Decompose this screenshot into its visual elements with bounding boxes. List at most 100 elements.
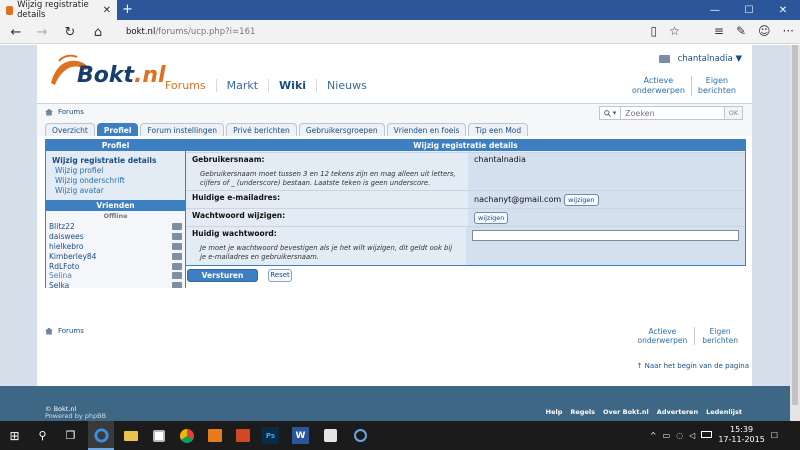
home-icon[interactable] bbox=[45, 108, 53, 116]
tray-overflow-icon[interactable]: ^ bbox=[650, 431, 657, 440]
back-arrow-icon[interactable]: ← bbox=[8, 24, 24, 40]
search-ok-button[interactable]: OK bbox=[725, 106, 743, 120]
footer-link-regels[interactable]: Regels bbox=[570, 408, 595, 416]
link-wijzig-onderschrift[interactable]: Wijzig onderschrift bbox=[52, 176, 179, 186]
scrollbar-thumb[interactable] bbox=[792, 45, 798, 405]
friend-item[interactable]: Selina bbox=[46, 271, 185, 281]
paint-icon[interactable] bbox=[322, 427, 339, 444]
new-tab-icon[interactable]: + bbox=[122, 2, 133, 17]
mail-icon[interactable] bbox=[172, 242, 182, 250]
close-tab-icon[interactable]: ✕ bbox=[103, 5, 111, 16]
tab-tip-een-mod[interactable]: Tip een Mod bbox=[468, 123, 529, 137]
nav-nieuws[interactable]: Nieuws bbox=[316, 79, 377, 92]
tab-profiel[interactable]: Profiel bbox=[96, 123, 139, 137]
home-icon[interactable]: ⌂ bbox=[90, 24, 106, 40]
current-password-label: Huidig wachtwoord: bbox=[192, 229, 277, 238]
refresh-icon[interactable]: ↻ bbox=[62, 24, 78, 40]
word-icon[interactable]: W bbox=[292, 427, 309, 444]
friend-item[interactable]: RdLFoto bbox=[46, 261, 185, 271]
share-icon[interactable]: ☺ bbox=[758, 24, 771, 38]
tab-overzicht[interactable]: Overzicht bbox=[45, 123, 95, 137]
own-posts-link[interactable]: Eigen berichten bbox=[690, 76, 742, 96]
browser-toolbar: ▯ ☆ ≡ ✎ ☺ ··· bbox=[651, 24, 794, 38]
tab-forum-instellingen[interactable]: Forum instellingen bbox=[140, 123, 225, 137]
chevron-down-icon: ▼ bbox=[735, 54, 742, 64]
battery-icon[interactable]: ▭ bbox=[663, 431, 671, 440]
form-actions: Versturen Reset bbox=[185, 268, 746, 282]
maximize-icon[interactable]: ☐ bbox=[732, 0, 766, 20]
edge-browser-icon[interactable] bbox=[93, 427, 110, 444]
home-icon[interactable] bbox=[45, 327, 53, 335]
search-icon[interactable]: ▾ bbox=[599, 106, 621, 120]
submit-button[interactable]: Versturen bbox=[187, 268, 258, 282]
change-password-button[interactable]: wijzigen bbox=[474, 212, 509, 224]
friend-item[interactable]: Blitz22 bbox=[46, 222, 185, 232]
nav-wiki[interactable]: Wiki bbox=[268, 79, 316, 92]
username-dropdown[interactable]: chantalnadia ▼ bbox=[678, 54, 742, 64]
close-window-icon[interactable]: ✕ bbox=[766, 0, 800, 20]
link-wijzig-profiel[interactable]: Wijzig profiel bbox=[52, 166, 179, 176]
username-row: Gebruikersnaam: Gebruikersnaam moet tuss… bbox=[186, 152, 745, 190]
system-tray: ^ ▭ ◌ ◁ 15:39 17-11-2015 ☐ bbox=[650, 425, 778, 445]
web-note-icon[interactable]: ✎ bbox=[736, 24, 746, 38]
link-wijzig-registratie[interactable]: Wijzig registratie details bbox=[52, 155, 179, 166]
search-icon[interactable]: ⚲ bbox=[34, 427, 51, 444]
registration-form: Wijzig registratie details Gebruikersnaa… bbox=[185, 139, 746, 266]
nav-markt[interactable]: Markt bbox=[215, 79, 268, 92]
friend-item[interactable]: Kimberley84 bbox=[46, 251, 185, 261]
mail-icon[interactable] bbox=[172, 252, 182, 260]
ucp-tabs: Overzicht Profiel Forum instellingen Pri… bbox=[45, 123, 529, 137]
browser-tab[interactable]: Wijzig registratie details ✕ bbox=[0, 0, 117, 20]
reading-view-icon[interactable]: ▯ bbox=[651, 24, 658, 38]
change-email-button[interactable]: wijzigen bbox=[564, 194, 599, 206]
breadcrumb-forums[interactable]: Forums bbox=[58, 108, 84, 116]
powerpoint-icon[interactable] bbox=[234, 427, 251, 444]
minimize-icon[interactable]: — bbox=[698, 0, 732, 20]
friend-item[interactable]: hielkebro bbox=[46, 242, 185, 252]
mail-icon[interactable] bbox=[658, 55, 670, 63]
page-scrollbar[interactable] bbox=[790, 45, 800, 421]
tab-prive-berichten[interactable]: Privé berichten bbox=[226, 123, 297, 137]
browser-nav-bar: ← → ↻ ⌂ bokt.nl/forums/ucp.php?i=161 ▯ ☆… bbox=[0, 20, 800, 44]
search-input[interactable] bbox=[621, 106, 725, 120]
tab-vrienden-en-foeis[interactable]: Vrienden en foeis bbox=[386, 123, 467, 137]
footer-own-posts-link[interactable]: Eigen berichten bbox=[694, 327, 745, 345]
back-to-top-link[interactable]: ↑ Naar het begin van de pagina bbox=[637, 362, 749, 370]
footer-link-adverteren[interactable]: Adverteren bbox=[657, 408, 698, 416]
tab-gebruikersgroepen[interactable]: Gebruikersgroepen bbox=[298, 123, 385, 137]
link-wijzig-avatar[interactable]: Wijzig avatar bbox=[52, 186, 179, 196]
mail-icon[interactable] bbox=[172, 233, 182, 241]
media-app-icon[interactable] bbox=[352, 427, 369, 444]
footer-link-over[interactable]: Over Bokt.nl bbox=[603, 408, 649, 416]
friend-item[interactable]: daiswees bbox=[46, 232, 185, 242]
notifications-icon[interactable]: ☐ bbox=[771, 431, 778, 440]
forward-arrow-icon[interactable]: → bbox=[34, 24, 50, 40]
footer-active-topics-link[interactable]: Actieve onderwerpen bbox=[631, 327, 695, 345]
task-view-icon[interactable]: ❐ bbox=[62, 427, 79, 444]
bokt-logo[interactable]: Bokt.nl bbox=[47, 53, 166, 91]
start-icon[interactable]: ⊞ bbox=[6, 427, 23, 444]
store-icon[interactable] bbox=[150, 427, 167, 444]
photoshop-icon[interactable]: Ps bbox=[262, 427, 279, 444]
current-password-input[interactable] bbox=[472, 230, 739, 241]
footer-breadcrumb-forums[interactable]: Forums bbox=[58, 327, 84, 335]
footer-link-help[interactable]: Help bbox=[546, 408, 563, 416]
clock[interactable]: 15:39 17-11-2015 bbox=[718, 425, 765, 445]
volume-icon[interactable]: ◁ bbox=[689, 431, 695, 440]
active-topics-link[interactable]: Actieve onderwerpen bbox=[626, 76, 691, 96]
mail-icon[interactable] bbox=[172, 262, 182, 270]
favorite-star-icon[interactable]: ☆ bbox=[669, 24, 680, 38]
hub-icon[interactable]: ≡ bbox=[714, 24, 724, 38]
more-icon[interactable]: ··· bbox=[783, 24, 794, 38]
mail-icon[interactable] bbox=[172, 272, 182, 280]
footer-link-ledenlijst[interactable]: Ledenlijst bbox=[706, 408, 742, 416]
reset-button[interactable]: Reset bbox=[268, 268, 292, 282]
address-bar[interactable]: bokt.nl/forums/ucp.php?i=161 bbox=[118, 23, 628, 41]
file-explorer-icon[interactable] bbox=[122, 427, 139, 444]
keyboard-icon[interactable] bbox=[701, 430, 713, 440]
network-icon[interactable]: ◌ bbox=[676, 431, 683, 440]
mail-icon[interactable] bbox=[172, 223, 182, 231]
chrome-icon[interactable] bbox=[178, 427, 195, 444]
outlook-icon[interactable] bbox=[206, 427, 223, 444]
nav-forums[interactable]: Forums bbox=[159, 79, 216, 92]
